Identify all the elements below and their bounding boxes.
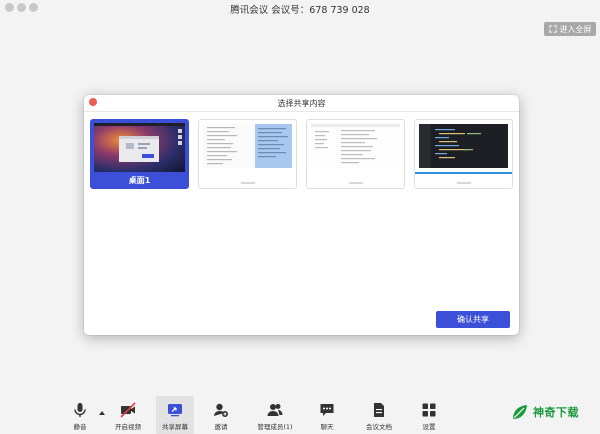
manage-members-button[interactable]: 管理成员(1) [252,396,298,434]
chat-button[interactable]: 聊天 [312,396,342,434]
dialog-title: 选择共享内容 [277,99,326,108]
dialog-header: 选择共享内容 [84,95,519,112]
meeting-documents-button[interactable]: 会议文档 [360,396,398,434]
mute-button[interactable]: 静音 [62,396,98,434]
window-preview [419,124,508,168]
start-video-button[interactable]: 开启视频 [108,396,148,434]
expand-icon [548,25,557,33]
dialog-close-button[interactable] [89,98,97,106]
share-option-desktop[interactable]: 桌面1 [90,119,189,189]
invite-user-icon [214,403,228,417]
document-icon [374,403,384,417]
window-preview [311,124,400,168]
chat-icon [320,404,334,416]
share-option-label: 桌面1 [128,176,151,185]
share-screen-button[interactable]: 共享屏幕 [156,396,194,434]
window-title: 腾讯会议 会议号：678 739 028 [230,5,370,16]
share-screen-icon [168,404,182,417]
watermark-text: 神奇下载 [533,406,579,419]
window-titlebar: 腾讯会议 会议号：678 739 028 [0,0,600,18]
watermark: 神奇下载 [510,398,579,426]
desktop-preview [94,123,185,172]
settings-grid-icon [422,403,436,417]
microphone-icon [74,403,86,417]
video-off-icon [120,402,136,418]
confirm-share-button[interactable]: 确认共享 [436,311,510,328]
window-preview [203,124,292,168]
share-content-dialog: 选择共享内容 桌面1 确认共享 [84,95,519,335]
share-option-window[interactable] [306,119,405,189]
leaf-logo-icon [513,405,527,419]
members-icon [267,404,283,416]
settings-button[interactable]: 设置 [414,396,444,434]
share-option-window[interactable] [414,119,513,189]
share-option-window[interactable] [198,119,297,189]
invite-button[interactable]: 邀请 [204,396,238,434]
fullscreen-label: 进入全屏 [559,24,592,34]
fullscreen-button[interactable]: 进入全屏 [544,22,596,36]
